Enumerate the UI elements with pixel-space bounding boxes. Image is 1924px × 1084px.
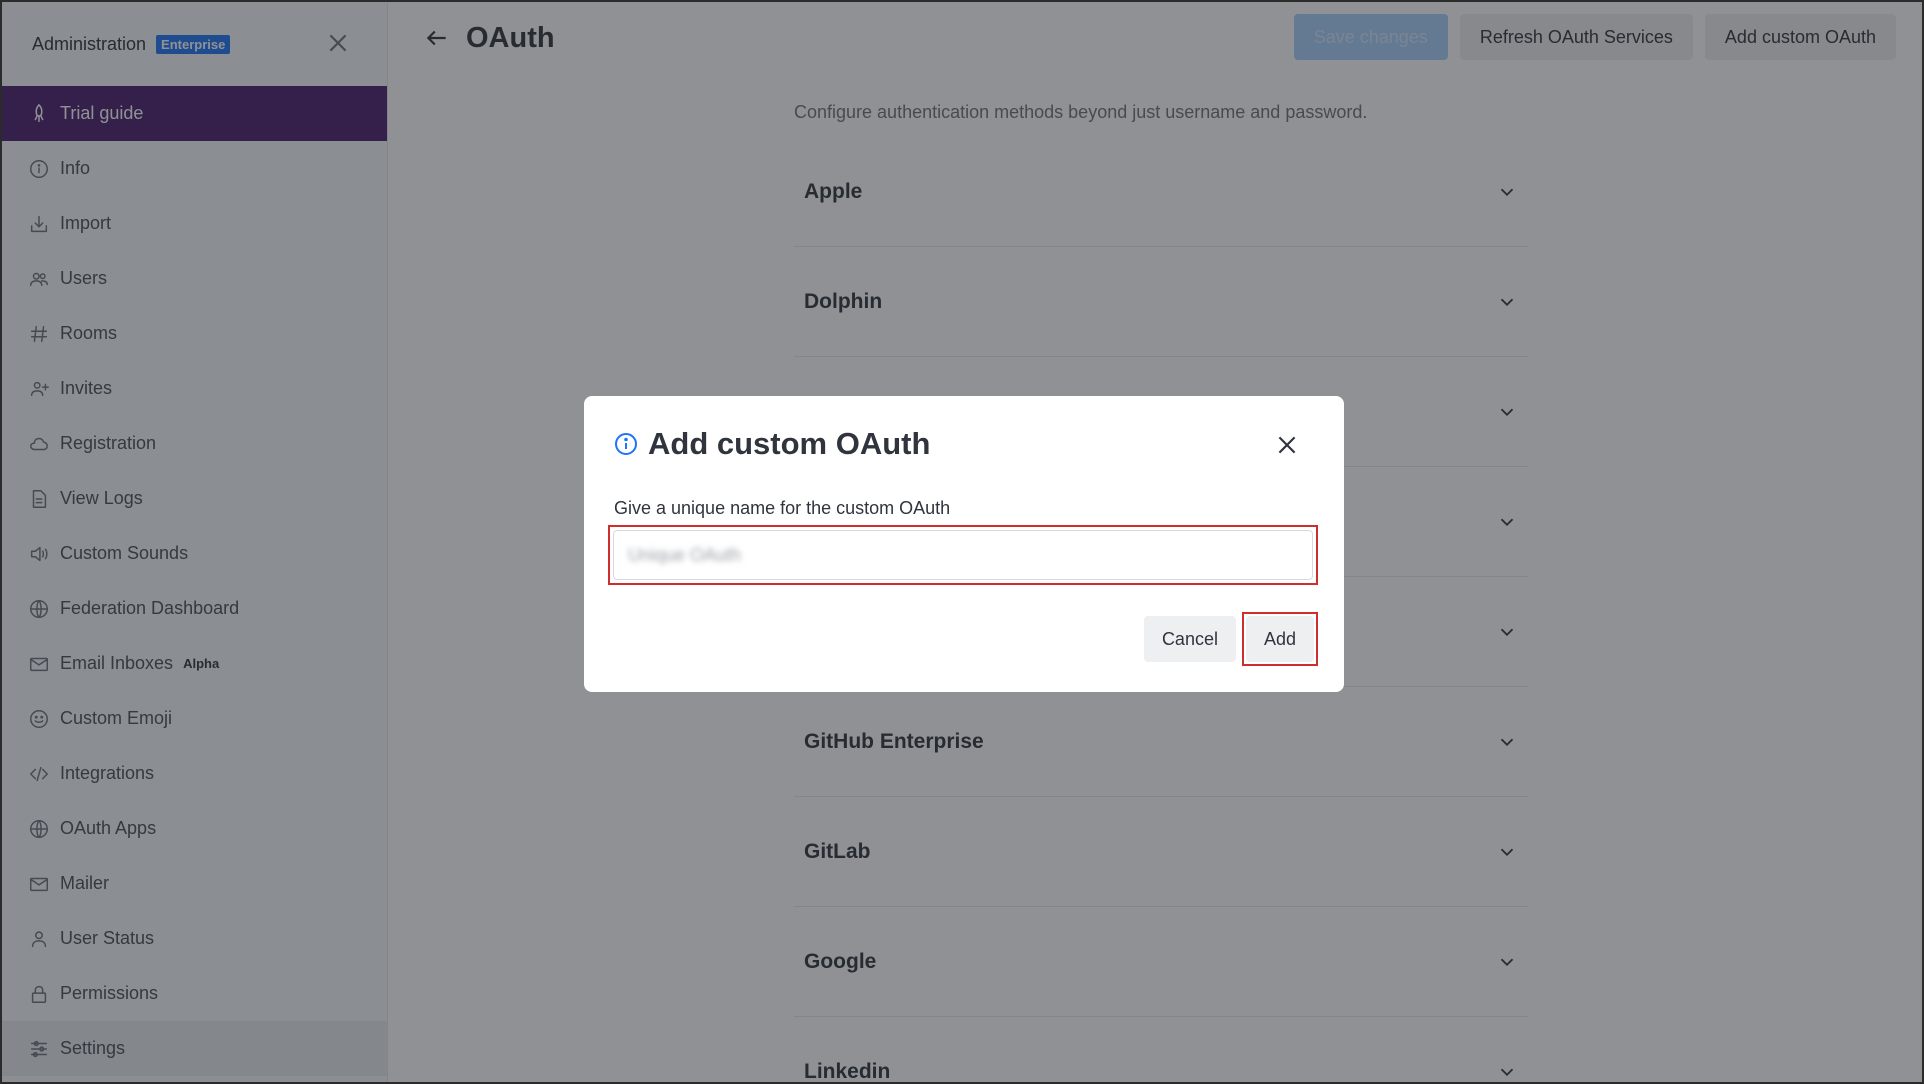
add-button[interactable]: Add: [1245, 616, 1314, 662]
close-icon[interactable]: [1274, 432, 1300, 458]
oauth-name-input[interactable]: [613, 530, 1313, 580]
oauth-name-highlight: [608, 525, 1318, 585]
modal-actions: Cancel Add: [1143, 612, 1318, 666]
app-window: Administration Enterprise Trial guideInf…: [0, 0, 1924, 1084]
oauth-name-label: Give a unique name for the custom OAuth: [614, 498, 951, 518]
add-custom-oauth-modal: Add custom OAuth Give a unique name for …: [584, 396, 1344, 692]
modal-title: Add custom OAuth: [648, 426, 931, 461]
add-button-highlight: Add: [1241, 612, 1318, 666]
modal-header: Add custom OAuth: [614, 426, 1314, 462]
info-icon: [615, 433, 637, 455]
cancel-button[interactable]: Cancel: [1143, 616, 1236, 662]
